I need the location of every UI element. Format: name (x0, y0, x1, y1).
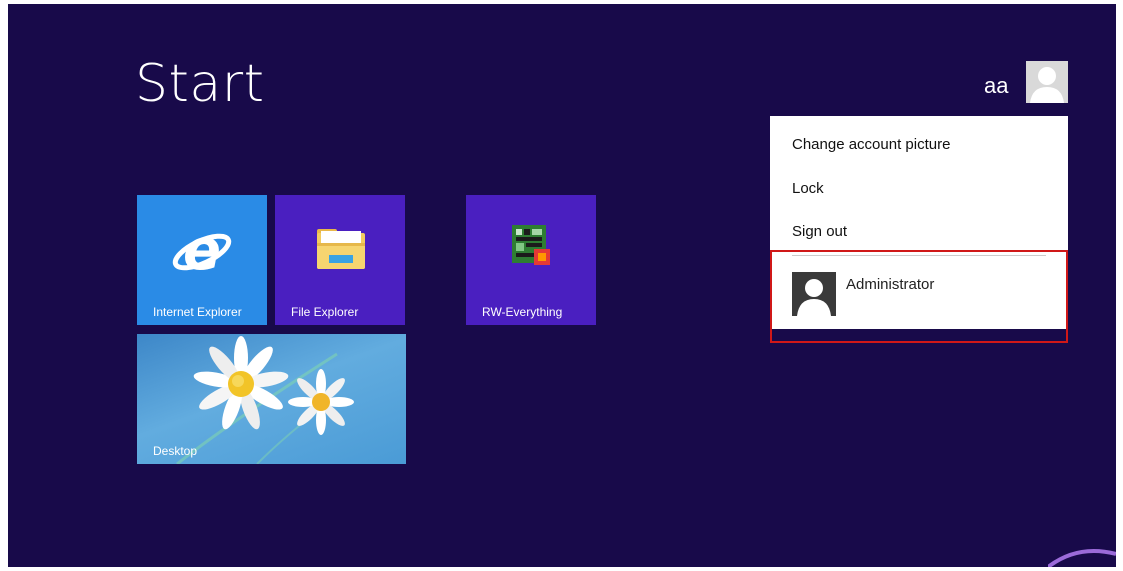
rw-everything-icon (512, 225, 550, 265)
lock-item[interactable]: Lock (792, 180, 824, 197)
user-avatar-icon[interactable] (1026, 61, 1068, 103)
tile-label: RW-Everything (482, 305, 563, 319)
start-title: Start (135, 54, 265, 114)
corner-arc-decoration (1048, 549, 1116, 567)
menu-divider (792, 255, 1046, 256)
tile-label: Internet Explorer (153, 305, 242, 319)
internet-explorer-icon: e (172, 219, 232, 281)
start-screen: Start e Internet Explorer File Explorer (8, 4, 1116, 567)
tile-label: Desktop (153, 444, 198, 458)
tile-desktop[interactable]: Desktop (137, 334, 406, 464)
svg-text:e: e (183, 219, 221, 281)
account-menu: Change account picture Lock Sign out Adm… (770, 116, 1068, 329)
change-account-picture-item[interactable]: Change account picture (792, 136, 950, 153)
tile-internet-explorer[interactable]: e Internet Explorer (137, 195, 267, 325)
account-name: Administrator (846, 276, 935, 293)
sign-out-item[interactable]: Sign out (792, 223, 847, 240)
user-avatar-icon (792, 272, 836, 316)
user-name[interactable]: aa (984, 73, 1008, 99)
tile-label: File Explorer (291, 305, 359, 319)
switch-account-administrator[interactable]: Administrator (792, 270, 1052, 318)
user-avatar-icon (1030, 67, 1064, 103)
tile-rw-everything[interactable]: RW-Everything (466, 195, 596, 325)
folder-icon (317, 229, 365, 269)
tile-file-explorer[interactable]: File Explorer (275, 195, 405, 325)
